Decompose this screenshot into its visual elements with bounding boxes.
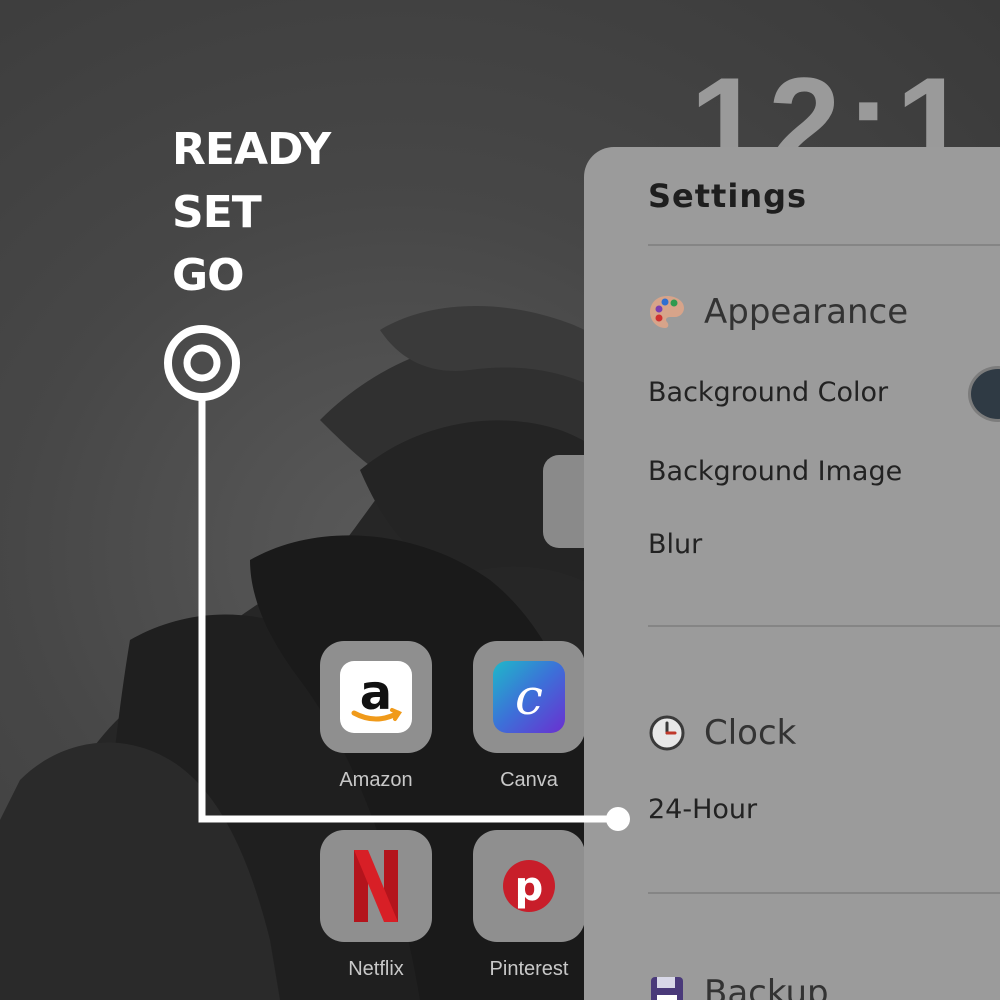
tagline: READY SET GO (172, 118, 331, 307)
background-color-swatch[interactable] (968, 366, 1000, 422)
setting-blur[interactable]: Blur (648, 529, 702, 560)
setting-background-image[interactable]: Background Image (648, 456, 902, 487)
svg-text:c: c (515, 668, 543, 726)
canva-icon: c (493, 661, 565, 733)
svg-text:p: p (515, 864, 544, 910)
tagline-line-2: SET (172, 187, 262, 238)
tagline-line-1: READY (172, 124, 331, 175)
amazon-icon: a (340, 661, 412, 733)
divider (648, 625, 1000, 627)
divider (648, 892, 1000, 894)
setting-24-hour[interactable]: 24-Hour (648, 794, 757, 825)
save-icon (648, 974, 686, 1000)
shortcut-tile-netflix[interactable] (320, 830, 432, 942)
divider (648, 244, 1000, 246)
shortcut-label-netflix: Netflix (348, 958, 404, 980)
section-title-clock: Clock (704, 713, 797, 753)
shortcut-tile-amazon[interactable]: a (320, 641, 432, 753)
palette-icon (648, 293, 686, 331)
shortcut-tile-canva[interactable]: c (473, 641, 585, 753)
section-appearance: Appearance (648, 292, 908, 332)
settings-title: Settings (648, 177, 808, 215)
netflix-icon (354, 850, 398, 922)
section-title-backup: Backup (704, 973, 829, 1000)
shortcut-tile-pinterest[interactable]: p (473, 830, 585, 942)
pinterest-icon: p (503, 860, 555, 912)
section-title-appearance: Appearance (704, 292, 909, 332)
tagline-line-3: GO (172, 250, 245, 301)
shortcut-label-amazon: Amazon (339, 769, 413, 791)
settings-panel: Settings Appearance Background Color Bac… (584, 147, 1000, 1000)
setting-background-color[interactable]: Background Color (648, 377, 888, 408)
section-clock: Clock (648, 713, 796, 753)
svg-text:a: a (360, 665, 392, 721)
section-backup: Backup (648, 973, 829, 1000)
clock-icon (648, 714, 686, 752)
